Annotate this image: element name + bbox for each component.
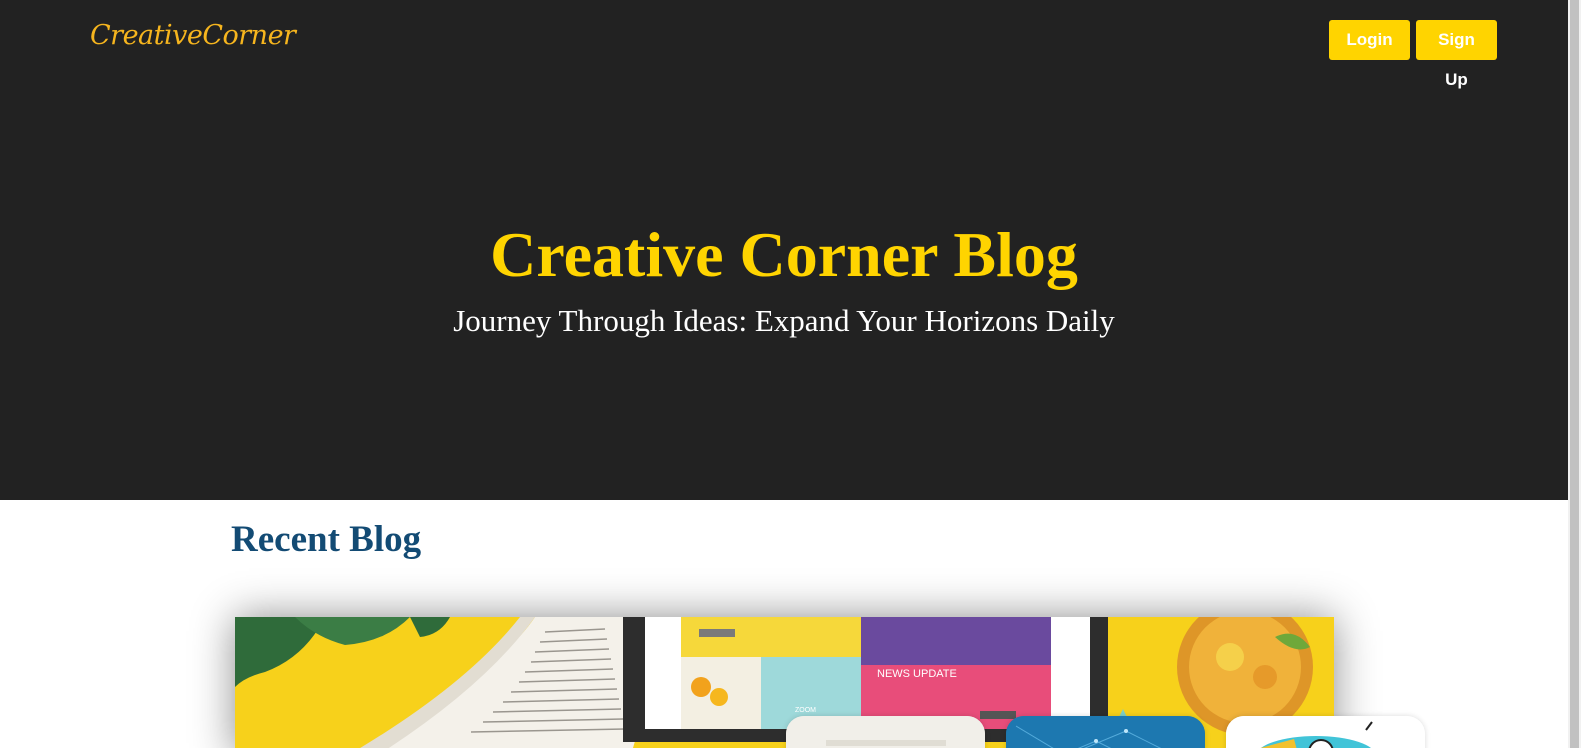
recent-blog-heading: Recent Blog — [231, 519, 422, 560]
blog-card-thumbnail — [1006, 716, 1205, 748]
zoom-caption: ZOOM — [795, 707, 816, 714]
page-scrollbar[interactable] — [1568, 0, 1581, 748]
blog-card[interactable] — [786, 716, 985, 748]
login-button[interactable]: Login — [1329, 20, 1410, 60]
hero-subtitle: Journey Through Ideas: Expand Your Horiz… — [453, 303, 1115, 338]
site-logo[interactable]: CreativeCorner — [90, 20, 296, 51]
news-update-caption: NEWS UPDATE — [877, 668, 957, 680]
signup-button[interactable]: Sign Up — [1416, 20, 1497, 89]
page-viewport: CreativeCorner Login Sign Up Creative Co… — [0, 0, 1581, 748]
hero-title: Creative Corner Blog — [490, 219, 1078, 290]
hero-header: CreativeCorner Login Sign Up Creative Co… — [0, 0, 1568, 500]
blog-card[interactable] — [1226, 716, 1425, 748]
scrollbar-thumb[interactable] — [1570, 0, 1579, 748]
blog-card-thumbnail — [1226, 716, 1425, 748]
blog-card[interactable] — [1006, 716, 1205, 748]
blog-card-thumbnail — [786, 716, 985, 748]
